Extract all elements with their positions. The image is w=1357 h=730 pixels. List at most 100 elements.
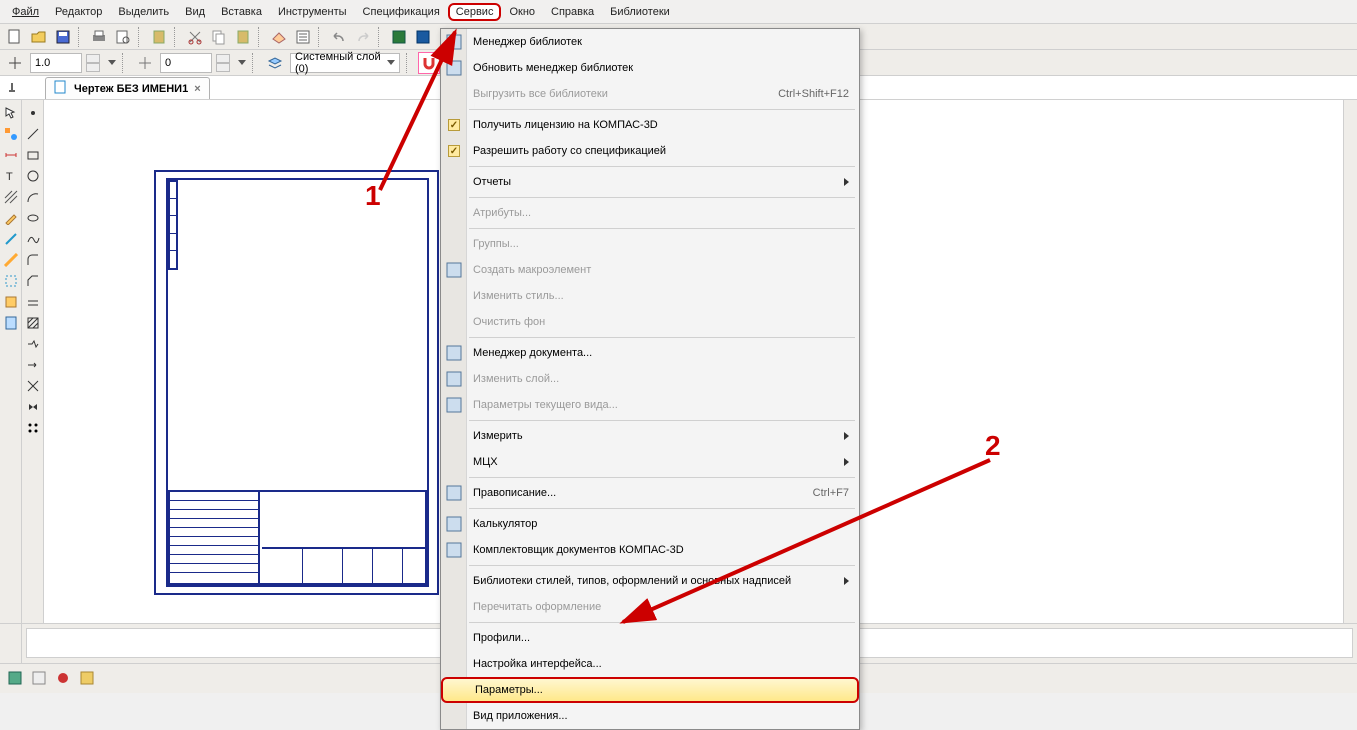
status-btn-3[interactable] — [52, 667, 74, 689]
menubar: Файл Редактор Выделить Вид Вставка Инстр… — [0, 0, 1357, 24]
step-dropdown-icon[interactable] — [238, 60, 246, 65]
print-preview-icon[interactable] — [112, 26, 134, 48]
spec-icon[interactable] — [2, 293, 20, 311]
menu-item-16[interactable]: Менеджер документа... — [441, 340, 859, 366]
menu-window[interactable]: Окно — [501, 3, 543, 21]
document-tab[interactable]: Чертеж БЕЗ ИМЕНИ1 × — [45, 77, 210, 99]
menu-item-20[interactable]: Измерить — [441, 423, 859, 449]
edit-icon[interactable] — [2, 209, 20, 227]
menu-item-label: Настройка интерфейса... — [473, 658, 602, 670]
menu-editor[interactable]: Редактор — [47, 3, 110, 21]
point-tool-icon[interactable] — [24, 104, 42, 122]
copy-icon[interactable] — [208, 26, 230, 48]
properties-icon[interactable] — [292, 26, 314, 48]
menu-item-5[interactable]: ✓Разрешить работу со спецификацией — [441, 138, 859, 164]
rect-tool-icon[interactable] — [24, 146, 42, 164]
menu-item-2: Выгрузить все библиотекиCtrl+Shift+F12 — [441, 81, 859, 107]
status-btn-2[interactable] — [28, 667, 50, 689]
open-icon[interactable] — [28, 26, 50, 48]
layer-icon — [445, 370, 463, 388]
separator — [122, 53, 128, 73]
calculator-icon — [445, 515, 463, 533]
doc-icon — [54, 80, 68, 97]
left-toolbar-2 — [22, 100, 44, 623]
menu-item-4[interactable]: ✓Получить лицензию на КОМПАС-3D — [441, 112, 859, 138]
chamfer-tool-icon[interactable] — [24, 272, 42, 290]
menu-item-1[interactable]: Обновить менеджер библиотек — [441, 55, 859, 81]
hatch-icon[interactable] — [2, 188, 20, 206]
undo-icon[interactable] — [328, 26, 350, 48]
separator — [174, 27, 180, 47]
select-icon[interactable] — [2, 272, 20, 290]
menu-item-label: Перечитать оформление — [473, 601, 601, 613]
menu-item-33[interactable]: Параметры... — [441, 677, 859, 703]
layer-stack-icon[interactable] — [264, 52, 286, 74]
right-scrollbar[interactable] — [1343, 100, 1357, 623]
step-spinner[interactable] — [216, 54, 230, 72]
zoom-field[interactable]: 1.0 — [30, 53, 82, 73]
spline-tool-icon[interactable] — [24, 230, 42, 248]
snap-origin-icon[interactable] — [4, 52, 26, 74]
arc-tool-icon[interactable] — [24, 188, 42, 206]
extend-tool-icon[interactable] — [24, 356, 42, 374]
annotation-arrow-2 — [605, 452, 1005, 642]
menu-spec[interactable]: Спецификация — [355, 3, 448, 21]
print-icon[interactable] — [88, 26, 110, 48]
menu-item-label: Правописание... — [473, 487, 556, 499]
zoom-dropdown-icon[interactable] — [108, 60, 116, 65]
shortcut-label: Ctrl+Shift+F12 — [778, 88, 849, 100]
step-field[interactable]: 0 — [160, 53, 212, 73]
menu-help[interactable]: Справка — [543, 3, 602, 21]
paste-clipboard-icon[interactable] — [232, 26, 254, 48]
menu-item-label: Вид приложения... — [473, 710, 568, 722]
menu-item-34[interactable]: Вид приложения... — [441, 703, 859, 729]
menu-file[interactable]: Файл — [4, 3, 47, 21]
macro-icon — [445, 261, 463, 279]
pin-icon[interactable] — [4, 80, 20, 96]
fillet-tool-icon[interactable] — [24, 251, 42, 269]
geom-icon[interactable] — [2, 125, 20, 143]
menu-view[interactable]: Вид — [177, 3, 213, 21]
menu-item-32[interactable]: Настройка интерфейса... — [441, 651, 859, 677]
menu-item-label: Параметры текущего вида... — [473, 399, 618, 411]
break-tool-icon[interactable] — [24, 335, 42, 353]
menu-item-0[interactable]: Менеджер библиотек — [441, 29, 859, 55]
menu-item-9: Атрибуты... — [441, 200, 859, 226]
zoom-spinner[interactable] — [86, 54, 100, 72]
array-tool-icon[interactable] — [24, 419, 42, 437]
menu-item-7[interactable]: Отчеты — [441, 169, 859, 195]
text-icon[interactable]: T — [2, 167, 20, 185]
status-btn-4[interactable] — [76, 667, 98, 689]
menu-service[interactable]: Сервис — [448, 3, 502, 21]
annotation-label-1: 1 — [365, 180, 381, 212]
new-doc-icon[interactable] — [4, 26, 26, 48]
save-icon[interactable] — [52, 26, 74, 48]
document-tab-title: Чертеж БЕЗ ИМЕНИ1 — [74, 83, 188, 95]
report-icon[interactable] — [2, 314, 20, 332]
ellipse-tool-icon[interactable] — [24, 209, 42, 227]
menu-item-label: Очистить фон — [473, 316, 545, 328]
menu-select[interactable]: Выделить — [110, 3, 177, 21]
menu-libraries[interactable]: Библиотеки — [602, 3, 678, 21]
submenu-arrow-icon — [844, 432, 849, 440]
circle-tool-icon[interactable] — [24, 167, 42, 185]
menu-insert[interactable]: Вставка — [213, 3, 270, 21]
measure-icon[interactable] — [2, 251, 20, 269]
cut-icon[interactable] — [184, 26, 206, 48]
menu-item-12: Создать макроэлемент — [441, 257, 859, 283]
bundler-icon — [445, 541, 463, 559]
dim-icon[interactable] — [2, 146, 20, 164]
mirror-tool-icon[interactable] — [24, 398, 42, 416]
menu-tools[interactable]: Инструменты — [270, 3, 355, 21]
offset-tool-icon[interactable] — [24, 293, 42, 311]
cursor-icon[interactable] — [2, 104, 20, 122]
status-btn-1[interactable] — [4, 667, 26, 689]
close-tab-icon[interactable]: × — [194, 83, 200, 95]
trim-tool-icon[interactable] — [24, 377, 42, 395]
step-icon[interactable] — [134, 52, 156, 74]
param-icon[interactable] — [2, 230, 20, 248]
eraser-icon[interactable] — [268, 26, 290, 48]
line-tool-icon[interactable] — [24, 125, 42, 143]
paste-icon[interactable] — [148, 26, 170, 48]
hatch-tool-icon[interactable] — [24, 314, 42, 332]
